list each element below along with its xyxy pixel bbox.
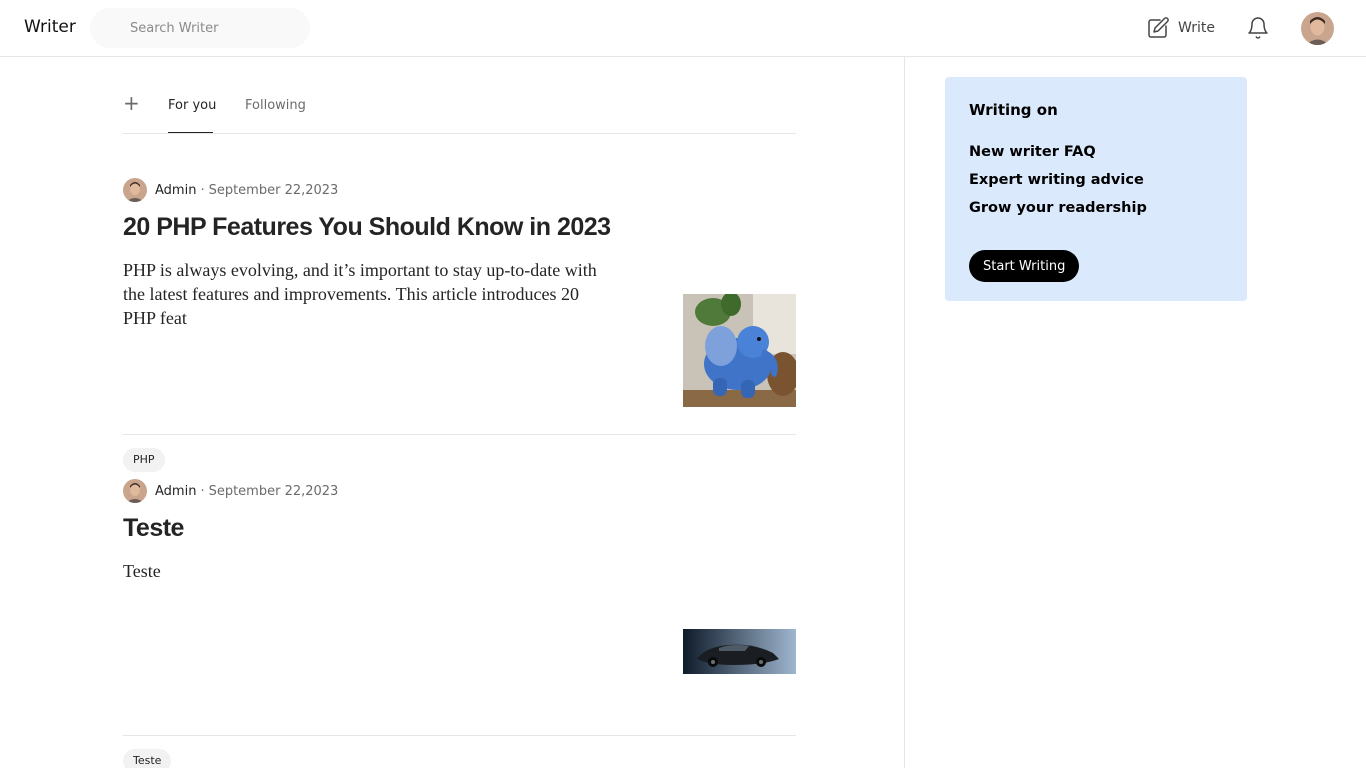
author-name[interactable]: Admin — [155, 183, 196, 198]
article-thumbnail[interactable] — [683, 294, 796, 407]
add-topic-button[interactable]: + — [123, 93, 140, 113]
article-title[interactable]: Teste — [123, 514, 653, 543]
meta-separator: · — [200, 483, 205, 499]
article-meta: Admin · September 22,2023 — [123, 479, 338, 503]
publish-date: September 22,2023 — [208, 182, 339, 198]
writing-promo-card: Writing on New writer FAQ Expert writing… — [945, 77, 1247, 301]
publish-date: September 22,2023 — [208, 483, 339, 499]
author-avatar[interactable] — [123, 178, 147, 202]
notifications-button[interactable] — [1246, 16, 1270, 40]
logo[interactable]: Writer — [24, 17, 76, 37]
profile-photo — [1301, 12, 1334, 45]
feed-tabs: + For you Following — [123, 57, 796, 134]
active-tab-indicator — [168, 132, 213, 133]
top-navbar: Writer Write — [0, 0, 1366, 57]
article-thumbnail[interactable] — [683, 629, 796, 674]
article-feed: + For you Following Admin · September 22… — [123, 57, 796, 768]
article-title[interactable]: 20 PHP Features You Should Know in 2023 — [123, 213, 653, 242]
author-name[interactable]: Admin — [155, 484, 196, 499]
meta-separator: · — [200, 182, 205, 198]
article-card[interactable]: Admin · September 22,2023 Teste Teste Te… — [123, 435, 796, 768]
tab-for-you[interactable]: For you — [168, 98, 216, 113]
article-meta: Admin · September 22,2023 — [123, 178, 338, 202]
article-card[interactable]: Admin · September 22,2023 20 PHP Feature… — [123, 134, 796, 472]
sidebar-divider — [904, 57, 905, 768]
bell-icon — [1248, 17, 1268, 39]
search-input[interactable] — [90, 8, 310, 48]
author-avatar[interactable] — [123, 479, 147, 503]
avatar[interactable] — [1301, 12, 1334, 45]
author-photo — [123, 479, 147, 503]
article-excerpt[interactable]: Teste — [123, 559, 613, 583]
start-writing-button[interactable]: Start Writing — [969, 250, 1080, 282]
write-button[interactable]: Write — [1146, 16, 1215, 40]
blue-knitted-elephant-image — [683, 294, 796, 407]
article-excerpt[interactable]: PHP is always evolving, and it’s importa… — [123, 258, 613, 330]
write-label: Write — [1178, 20, 1215, 36]
dark-sports-car-image — [683, 629, 796, 674]
pencil-square-icon — [1148, 17, 1169, 38]
tab-following[interactable]: Following — [245, 98, 306, 113]
new-writer-faq-link[interactable]: New writer FAQ — [969, 144, 1223, 160]
author-photo — [123, 178, 147, 202]
grow-readership-link[interactable]: Grow your readership — [969, 200, 1223, 216]
expert-writing-advice-link[interactable]: Expert writing advice — [969, 172, 1223, 188]
promo-title: Writing on — [969, 101, 1058, 119]
tag-pill[interactable]: Teste — [123, 749, 172, 768]
